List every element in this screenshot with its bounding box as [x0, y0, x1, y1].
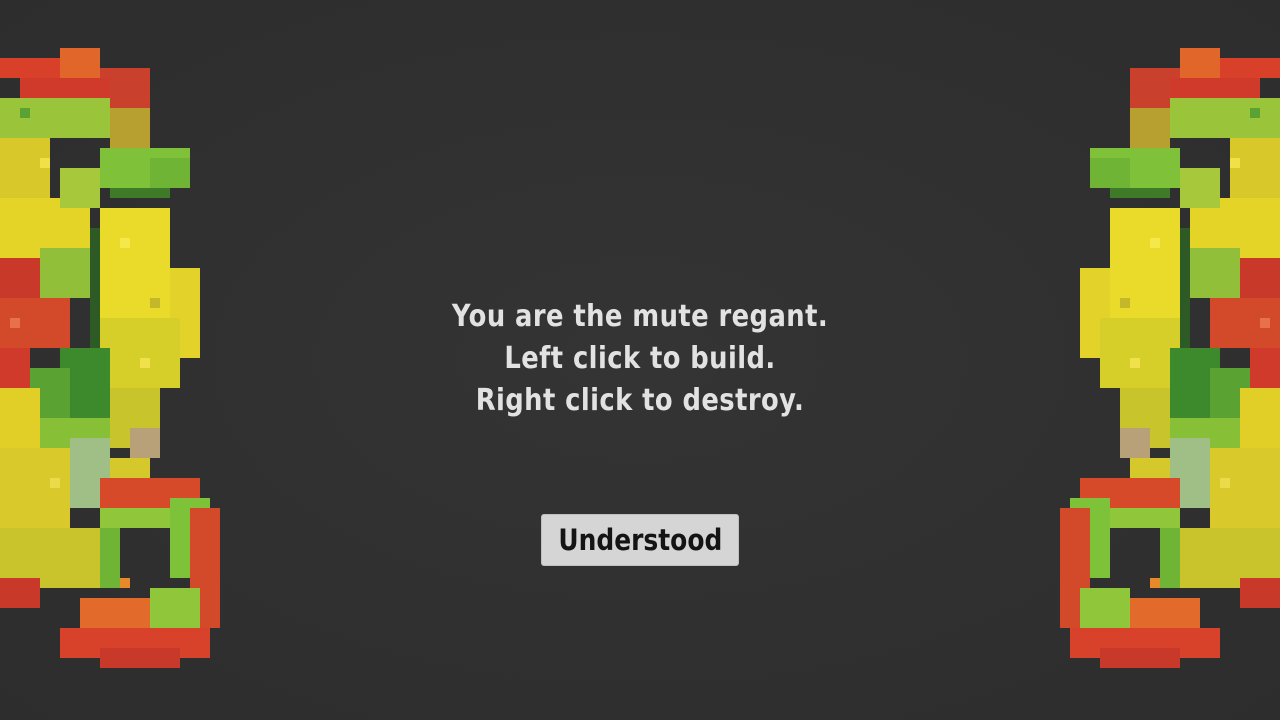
game-screen: You are the mute regant. Left click to b… — [0, 0, 1280, 720]
understood-button-label: Understood — [558, 523, 722, 557]
seahorse-dragon-left-icon — [0, 48, 230, 678]
tutorial-line-3: Right click to destroy. — [475, 383, 805, 418]
tutorial-line-1: You are the mute regant. — [451, 299, 829, 334]
tutorial-line-2: Left click to build. — [504, 341, 776, 376]
seahorse-dragon-right-icon — [1050, 48, 1280, 678]
understood-button[interactable]: Understood — [541, 514, 739, 566]
tutorial-message: You are the mute regant. Left click to b… — [382, 296, 898, 422]
